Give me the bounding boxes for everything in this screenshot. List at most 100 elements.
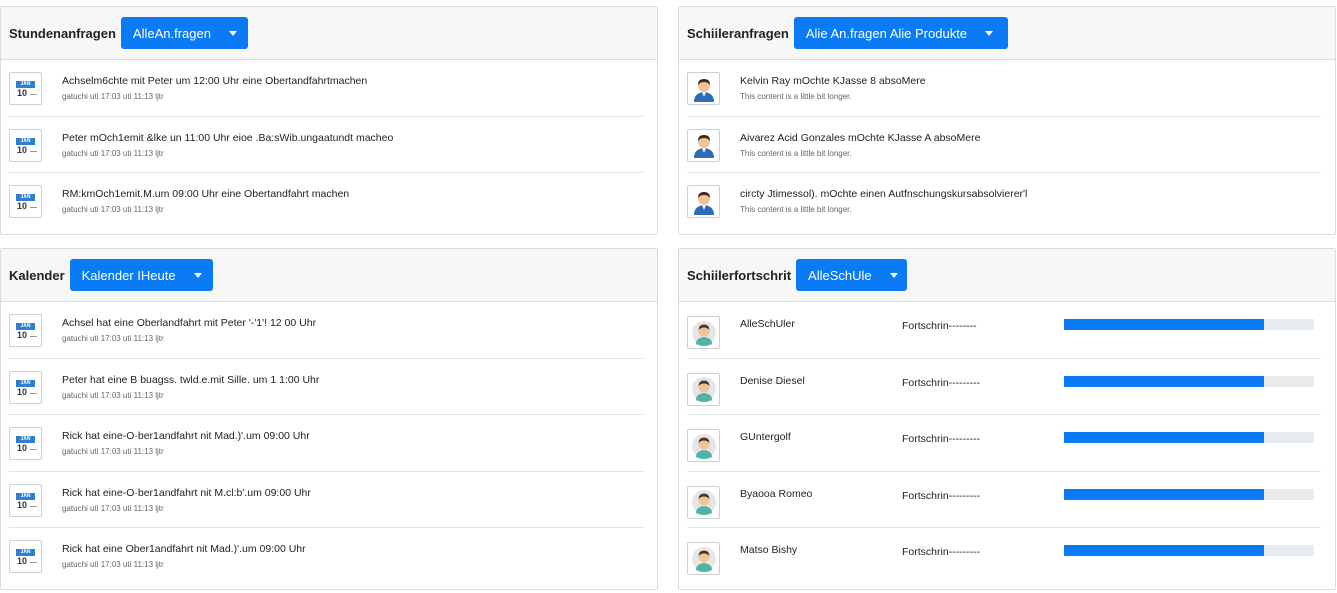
progress-row[interactable]: Matso Bishy Fortschrin--------- [687, 528, 1321, 585]
calendar-icon: JAN 10 [9, 540, 42, 573]
kalender-header: Kalender Kalender IHeute [1, 249, 657, 302]
progress-bar-fill [1064, 432, 1264, 443]
item-title: circty Jtimessol). mOchte einen Autfnsch… [740, 188, 1028, 200]
kalender-title: Kalender [9, 267, 65, 283]
item-title: Peter mOch1emit &lke un 11:00 Uhr eioe .… [62, 131, 394, 144]
list-item[interactable]: JAN 10 Rick hat eine-O·ber1andfahrt nit M.… [9, 472, 643, 528]
progress-bar-fill [1064, 488, 1264, 500]
calendar-day: 10 [17, 386, 28, 397]
progress-bar [1064, 545, 1314, 556]
calendar-icon: JAN 10 [9, 370, 42, 404]
calendar-day: 10 [17, 88, 28, 98]
stundenanfragen-title: Stundenanfragen [9, 25, 116, 41]
progress-label: Fortschrin-------- [902, 320, 977, 332]
schulerfortschritt-header: Schiilerfortschrit AlleSchUle [679, 249, 1335, 302]
calendar-icon: JAN 10 [9, 128, 42, 162]
schulerfortschritt-list: AlleSchUler Fortschrin-------- Denise Dies… [679, 302, 1335, 585]
student-avatar-icon [687, 542, 720, 575]
progress-row[interactable]: Denise Diesel Fortschrin--------- [687, 359, 1321, 415]
calendar-icon: JAN 10 [9, 483, 42, 517]
calendar-day: 10 [17, 201, 28, 211]
item-subtitle: This content is a little bit longer. [740, 205, 852, 214]
item-subtitle: gatuchi uti 17:03 uti 11:13 ljtr [62, 92, 164, 101]
schulerfortschritt-title: Schiilerfortschrit [687, 267, 792, 283]
item-text: Rick hat eine Ober1andfahrt nit Mad.)'.u… [62, 540, 306, 569]
student-avatar-icon [687, 316, 720, 349]
calendar-month: JAN [16, 81, 35, 88]
list-item[interactable]: JAN 10 Achselm6chte mit Peter um 12:00 Uhr… [9, 60, 643, 117]
calendar-icon: JAN 10 [9, 314, 42, 347]
progress-row[interactable]: GUntergolf Fortschrin--------- [687, 415, 1321, 472]
student-avatar-icon [687, 429, 720, 462]
dropdown-label: AlleSchUle [808, 267, 872, 283]
chevron-down-icon [889, 272, 898, 278]
schuleranfragen-card: Schiileranfragen Alie An.fragen Alie Pro… [678, 6, 1336, 235]
user-icon [687, 185, 720, 218]
kalender-filter-dropdown[interactable]: Kalender IHeute [69, 259, 213, 291]
item-subtitle: gatuchi uti 17:03 uti 11:13 ljtr [62, 447, 164, 456]
progress-bar [1064, 375, 1314, 387]
progress-bar-fill [1064, 319, 1264, 330]
chevron-down-icon [228, 30, 237, 36]
user-icon [687, 128, 720, 162]
kalender-list: JAN 10 Achsel hat eine Oberlandfahrt mit P… [1, 302, 657, 585]
progress-row[interactable]: Byaooa Romeo Fortschrin--------- [687, 472, 1321, 528]
schuleranfragen-title: Schiileranfragen [687, 25, 789, 41]
calendar-day: 10 [17, 443, 28, 453]
item-text: Peter mOch1emit &lke un 11:00 Uhr eioe .… [62, 129, 393, 158]
item-title: Kelvin Ray mOchte KJasse 8 absoMere [740, 75, 926, 87]
student-name: AlleSchUler [740, 318, 795, 330]
progress-bar-fill [1064, 375, 1264, 387]
item-text: Achselm6chte mit Peter um 12:00 Uhr eine… [62, 72, 367, 101]
progress-row[interactable]: AlleSchUler Fortschrin-------- [687, 302, 1321, 359]
stundenanfragen-list: JAN 10 Achselm6chte mit Peter um 12:00 Uhr… [1, 60, 657, 230]
progress-bar-fill [1064, 545, 1264, 556]
calendar-day: 10 [17, 499, 28, 510]
student-avatar-icon [687, 485, 720, 519]
calendar-line [30, 562, 37, 563]
calendar-month: JAN [16, 549, 35, 556]
list-item[interactable]: Kelvin Ray mOchte KJasse 8 absoMere This … [687, 60, 1321, 117]
calendar-line [30, 94, 37, 95]
list-item[interactable]: JAN 10 RM:kmOch1emit.M.um 09:00 Uhr eine O… [9, 173, 643, 230]
student-name: GUntergolf [740, 431, 791, 443]
item-title: Peter hat eine B buagss. twld.e.mit Sill… [62, 373, 320, 386]
schuleranfragen-filter-dropdown[interactable]: Alie An.fragen Alie Produkte [793, 17, 1008, 49]
item-subtitle: gatuchi uti 17:03 uti 11:13 ljtr [62, 503, 164, 513]
schulerfortschritt-filter-dropdown[interactable]: AlleSchUle [796, 259, 908, 291]
item-text: circty Jtimessol). mOchte einen Autfnsch… [740, 185, 1027, 214]
item-text: Kelvin Ray mOchte KJasse 8 absoMere This … [740, 72, 926, 101]
kalender-card: Kalender Kalender IHeute JAN 10 Achsel hat… [0, 248, 658, 590]
calendar-month: JAN [16, 323, 35, 330]
calendar-line [30, 505, 37, 507]
student-name: Matso Bishy [740, 544, 798, 556]
calendar-month: JAN [16, 194, 35, 201]
progress-label: Fortschrin--------- [902, 433, 981, 445]
stundenanfragen-filter-dropdown[interactable]: AlleAn.fragen [120, 17, 248, 49]
list-item[interactable]: JAN 10 Rick hat eine-O·ber1andfahrt nit Ma… [9, 415, 643, 472]
item-subtitle: gatuchi uti 17:03 uti 11:13 ljtr [62, 334, 164, 343]
schulerfortschritt-card: Schiilerfortschrit AlleSchUle AlleSchUle… [678, 248, 1336, 590]
calendar-month: JAN [16, 379, 35, 387]
progress-label: Fortschrin--------- [902, 546, 981, 558]
item-subtitle: This content is a little bit longer. [740, 92, 852, 101]
item-subtitle: gatuchi uti 17:03 uti 11:13 ljtr [62, 205, 164, 214]
item-text: Rick hat eine-O·ber1andfahrt nit Mad.)'.… [62, 427, 310, 456]
list-item[interactable]: JAN 10 Achsel hat eine Oberlandfahrt mit P… [9, 302, 643, 359]
item-title: Achselm6chte mit Peter um 12:00 Uhr eine… [62, 75, 368, 87]
list-item[interactable]: JAN 10 Rick hat eine Ober1andfahrt nit Mad… [9, 528, 643, 585]
user-icon [687, 72, 720, 105]
calendar-icon: JAN 10 [9, 72, 42, 105]
calendar-day: 10 [17, 330, 28, 340]
list-item[interactable]: Aivarez Acid Gonzales mOchte KJasse A ab… [687, 117, 1321, 173]
item-subtitle: This content is a little bit longer. [740, 148, 852, 158]
item-title: RM:kmOch1emit.M.um 09:00 Uhr eine Oberta… [62, 188, 350, 200]
list-item[interactable]: JAN 10 Peter hat eine B buagss. twld.e.mit… [9, 359, 643, 415]
schuleranfragen-header: Schiileranfragen Alie An.fragen Alie Pro… [679, 7, 1335, 60]
list-item[interactable]: circty Jtimessol). mOchte einen Autfnsch… [687, 173, 1321, 230]
calendar-line [30, 392, 37, 394]
student-name: Denise Diesel [740, 374, 805, 387]
calendar-icon: JAN 10 [9, 185, 42, 218]
item-text: Aivarez Acid Gonzales mOchte KJasse A ab… [740, 129, 980, 158]
list-item[interactable]: JAN 10 Peter mOch1emit &lke un 11:00 Uhr e… [9, 117, 643, 173]
